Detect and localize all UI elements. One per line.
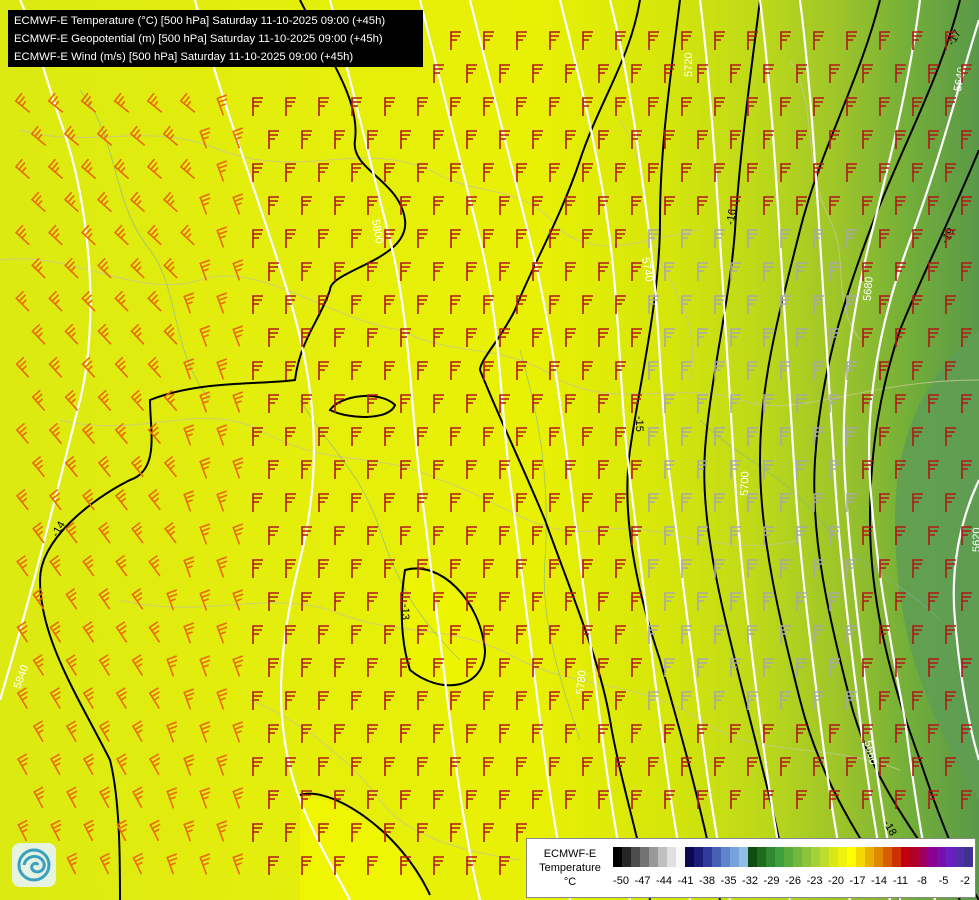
legend-tick-label: -47 (634, 875, 651, 887)
legend-tick-label: -23 (806, 875, 823, 887)
legend-tick-label: -8 (917, 875, 927, 887)
legend-swatch (784, 847, 793, 867)
legend-swatch (730, 847, 739, 867)
legend-swatch (649, 847, 658, 867)
legend-swatch (766, 847, 775, 867)
legend-tick-label: -29 (763, 875, 780, 887)
legend-swatch (928, 847, 937, 867)
legend-colorbar (613, 847, 973, 867)
legend-unit: °C (563, 876, 577, 888)
legend-swatch (856, 847, 865, 867)
legend-swatch (658, 847, 667, 867)
legend-swatch (901, 847, 910, 867)
legend-swatch (667, 847, 676, 867)
label-t15: -15 (633, 416, 645, 432)
legend-swatch (613, 847, 622, 867)
legend-swatch (775, 847, 784, 867)
label-5620: 5620 (971, 528, 979, 552)
legend-title-line1: ECMWF-E (543, 848, 597, 860)
legend-swatch (748, 847, 757, 867)
legend-swatch (937, 847, 946, 867)
legend-swatch (802, 847, 811, 867)
legend-tick-label: -17 (849, 875, 866, 887)
legend-swatch (955, 847, 964, 867)
legend-swatch (910, 847, 919, 867)
legend-swatch (838, 847, 847, 867)
legend-swatch (946, 847, 955, 867)
legend-tick-label: -5 (938, 875, 949, 887)
legend-swatch (793, 847, 802, 867)
legend-swatch (757, 847, 766, 867)
label-5720: 5720 (683, 53, 695, 77)
label-5700: 5700 (739, 471, 752, 496)
legend-swatch (739, 847, 748, 867)
legend-tick-label: -38 (699, 875, 715, 887)
legend-tick-label: -26 (785, 875, 801, 887)
map-header: ECMWF-E Temperature (°C) [500 hPa] Satur… (8, 10, 423, 67)
legend-swatch (721, 847, 730, 867)
legend-swatch (883, 847, 892, 867)
legend-ticks: -50 -47 -44 -41 -38 -35 -32 -29 -26 -23 -20 -17 -14-… (613, 875, 973, 889)
legend-swatch (703, 847, 712, 867)
legend-tick-label: -2 (960, 875, 970, 887)
legend-tick-label: -50 (613, 875, 629, 887)
legend-swatch (865, 847, 874, 867)
legend-swatch (676, 847, 685, 867)
legend-tick-label: -20 (828, 875, 844, 887)
legend-tick-label: -32 (742, 875, 758, 887)
legend-swatch (919, 847, 928, 867)
legend-swatch (712, 847, 721, 867)
legend-swatch (964, 847, 973, 867)
temperature-legend: ECMWF-E Temperature °C -50 -47 -44 -41 -38 -3… (526, 838, 976, 898)
legend-swatch (811, 847, 820, 867)
legend-title-line2: Temperature (539, 862, 601, 874)
legend-tick-label: -11 (892, 875, 909, 887)
legend-swatch (640, 847, 649, 867)
legend-tick-label: -35 (720, 875, 737, 887)
legend-swatch (829, 847, 838, 867)
legend-swatch (820, 847, 829, 867)
legend-swatch (892, 847, 901, 867)
legend-title: ECMWF-E Temperature °C (531, 847, 609, 889)
legend-swatch (685, 847, 694, 867)
legend-tick-label: -44 (656, 875, 672, 887)
header-wind-line: ECMWF-E Wind (m/s) [500 hPa] Saturday 11… (14, 51, 354, 63)
legend-swatch (622, 847, 631, 867)
legend-swatch (694, 847, 703, 867)
header-geopotential-line: ECMWF-E Geopotential (m) [500 hPa] Satur… (14, 33, 383, 45)
legend-swatch (631, 847, 640, 867)
ecmwf-logo-icon (12, 843, 56, 887)
header-temperature-line: ECMWF-E Temperature (°C) [500 hPa] Satur… (14, 15, 386, 27)
weather-map: 5800 5740 5720 5700 5680 5640 5620 5840 … (0, 0, 979, 900)
legend-swatch (847, 847, 856, 867)
legend-tick-label: -41 (677, 875, 694, 887)
legend-tick-label: -14 (871, 875, 887, 887)
legend-swatch (874, 847, 883, 867)
